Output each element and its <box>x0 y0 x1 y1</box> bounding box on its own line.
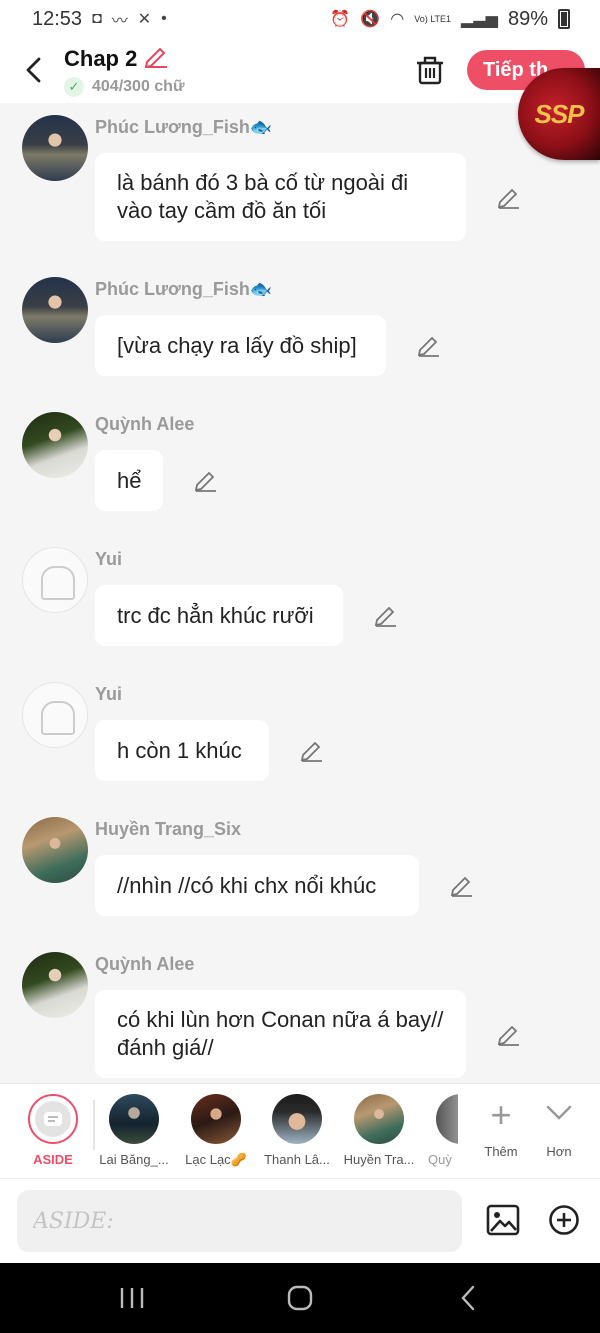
edit-message-icon[interactable] <box>417 333 441 357</box>
character-name: Quỳnh Alee <box>95 414 195 434</box>
message-bubble[interactable]: là bánh đó 3 bà cố từ ngoài đi vào tay c… <box>95 153 466 241</box>
avatar <box>436 1094 458 1144</box>
edit-message-icon[interactable] <box>300 738 324 762</box>
list-item: Huyền Trang_Six //nhìn //có khi chx nổi … <box>0 815 600 925</box>
chevron-left-icon <box>26 57 41 83</box>
network-label: Vo) LTE1 <box>414 13 452 24</box>
avatar[interactable] <box>22 817 88 883</box>
audio-icon: 〰 <box>111 13 128 30</box>
wifi-icon: ◠ <box>390 11 405 28</box>
dot-icon: • <box>161 10 167 27</box>
home-button[interactable] <box>280 1280 320 1316</box>
list-item: Yui h còn 1 khúc <box>0 680 600 790</box>
collapse-button[interactable]: Hơn <box>534 1094 584 1159</box>
character-tray: ASIDE Lai Băng_... Lạc Lạc🥜 Thanh Lâ... … <box>0 1083 600 1178</box>
character-chip[interactable]: Thanh Lâ... <box>256 1094 338 1167</box>
character-name: Quỳnh Alee <box>95 954 195 974</box>
character-name: Phúc Lương_Fish🐟 <box>95 117 273 137</box>
avatar[interactable] <box>22 115 88 181</box>
avatar[interactable] <box>22 547 88 613</box>
insert-image-button[interactable] <box>486 1204 520 1236</box>
character-chip[interactable]: Lai Băng_... <box>93 1094 175 1167</box>
check-icon: ✓ <box>64 77 84 97</box>
list-item: Quỳnh Alee hể <box>0 410 600 520</box>
less-label: Hơn <box>546 1144 572 1159</box>
trash-icon <box>417 56 443 85</box>
battery-percent: 89% <box>507 7 548 30</box>
character-label: Lạc Lạc🥜 <box>185 1152 247 1167</box>
missed-call-icon: ✕ <box>137 11 152 28</box>
character-label: Thanh Lâ... <box>264 1152 330 1167</box>
status-time: 12:53 <box>32 7 83 30</box>
character-label: Huyền Tra... <box>343 1152 415 1167</box>
back-button[interactable] <box>18 50 48 90</box>
word-count: 404/300 chữ <box>92 78 185 95</box>
system-back-button[interactable] <box>448 1280 488 1316</box>
avatar[interactable] <box>22 412 88 478</box>
edit-message-icon[interactable] <box>374 603 398 627</box>
avatar <box>191 1094 241 1144</box>
character-name: Huyền Trang_Six <box>95 819 242 839</box>
alarm-icon: ⏰ <box>330 11 351 28</box>
list-item: Phúc Lương_Fish🐟 [vừa chạy ra lấy đồ shi… <box>0 275 600 385</box>
edit-title-icon[interactable] <box>143 44 169 73</box>
character-label: Quỳ <box>428 1152 452 1167</box>
character-name: Phúc Lương_Fish🐟 <box>95 279 273 299</box>
avatar <box>354 1094 404 1144</box>
mute-icon: 🔇 <box>360 11 381 28</box>
more-label: Thêm <box>484 1144 518 1159</box>
aside-button[interactable]: ASIDE <box>12 1094 94 1167</box>
message-bubble[interactable]: có khi lùn hơn Conan nữa á bay//đánh giá… <box>95 990 466 1078</box>
edit-message-icon[interactable] <box>450 873 474 897</box>
composer <box>0 1178 600 1263</box>
character-label: Lai Băng_... <box>99 1152 169 1167</box>
message-bubble[interactable]: trc đc hẳn khúc rưỡi <box>95 585 343 646</box>
character-name: Yui <box>95 684 123 704</box>
more-button[interactable]: + Thêm <box>476 1094 526 1159</box>
character-chip[interactable]: Huyền Tra... <box>338 1094 420 1167</box>
image-icon <box>486 1204 520 1236</box>
character-name: Yui <box>95 549 123 569</box>
recent-apps-button[interactable] <box>112 1280 152 1316</box>
list-item: Quỳnh Alee có khi lùn hơn Conan nữa á ba… <box>0 950 600 1083</box>
add-button[interactable] <box>548 1204 580 1236</box>
avatar[interactable] <box>22 682 88 748</box>
plus-icon: + <box>490 1094 512 1135</box>
battery-icon <box>558 9 570 29</box>
chevron-down-icon <box>544 1094 574 1142</box>
message-bubble[interactable]: hể <box>95 450 163 511</box>
aside-label: ASIDE <box>33 1152 73 1167</box>
system-nav-bar <box>0 1263 600 1333</box>
character-chip[interactable]: Lạc Lạc🥜 <box>175 1094 257 1168</box>
edit-message-icon[interactable] <box>194 468 218 492</box>
avatar[interactable] <box>22 952 88 1018</box>
delete-button[interactable] <box>414 54 446 86</box>
notification-icon: ◘ <box>92 10 102 27</box>
message-bubble[interactable]: //nhìn //có khi chx nổi khúc <box>95 855 419 916</box>
plus-circle-icon <box>549 1205 579 1235</box>
avatar <box>272 1094 322 1144</box>
signal-icon: ▂▃▅ <box>461 11 498 28</box>
list-item: Yui trc đc hẳn khúc rưỡi <box>0 545 600 655</box>
avatar[interactable] <box>22 277 88 343</box>
chapter-title: Chap 2 <box>64 45 138 71</box>
edit-message-icon[interactable] <box>497 185 521 209</box>
status-bar: 12:53 ◘ 〰 ✕ • ⏰ 🔇 ◠ Vo) LTE1 ▂▃▅ 89% <box>0 0 600 38</box>
edit-message-icon[interactable] <box>497 1022 521 1046</box>
chapter-header: Chap 2 ✓ 404/300 chữ Tiếp th <box>0 38 600 103</box>
chat-bubble-icon <box>35 1101 71 1137</box>
message-input[interactable] <box>17 1190 462 1252</box>
message-bubble[interactable]: h còn 1 khúc <box>95 720 269 781</box>
avatar <box>109 1094 159 1144</box>
list-item: Phúc Lương_Fish🐟 là bánh đó 3 bà cố từ n… <box>0 113 600 253</box>
message-bubble[interactable]: [vừa chạy ra lấy đồ ship] <box>95 315 386 376</box>
message-list[interactable]: Phúc Lương_Fish🐟 là bánh đó 3 bà cố từ n… <box>0 103 600 1083</box>
character-chip[interactable]: Quỳ <box>420 1094 458 1167</box>
